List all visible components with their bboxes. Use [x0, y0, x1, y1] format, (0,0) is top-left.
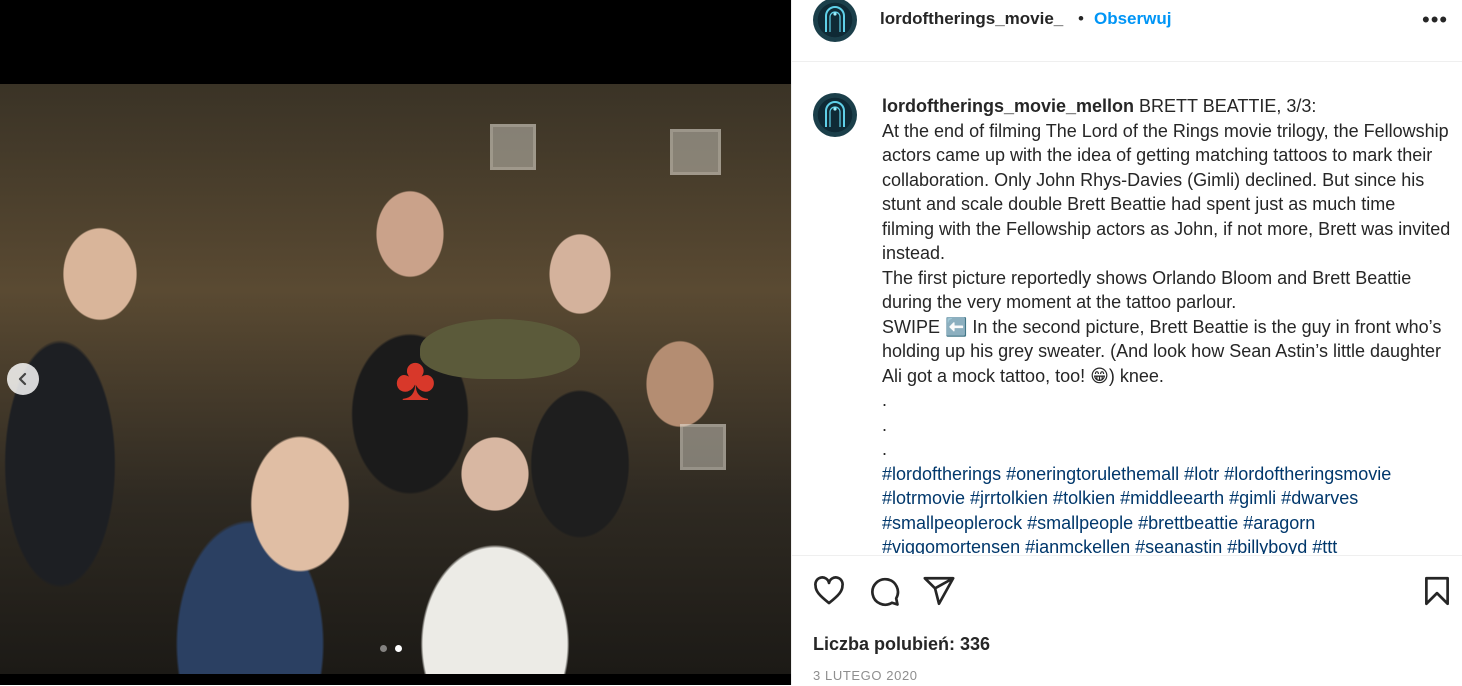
bookmark-icon — [1425, 576, 1449, 606]
caption-area[interactable]: lordoftherings_movie_mellon BRETT BEATTI… — [792, 62, 1462, 554]
carousel-prev-button[interactable] — [7, 363, 39, 395]
caption-hashtags[interactable]: #lordoftherings #oneringtorulethemall #l… — [882, 464, 1391, 555]
avatar[interactable] — [813, 93, 857, 137]
likes-count[interactable]: Liczba polubień: 336 — [813, 634, 990, 655]
follow-button[interactable]: Obserwuj — [1094, 9, 1171, 29]
account-username[interactable]: lordoftherings_movie_ — [880, 9, 1063, 29]
carousel-indicator — [380, 645, 402, 652]
action-bar: Liczba polubień: 336 3 LUTEGO 2020 — [792, 555, 1462, 686]
gate-logo-icon — [825, 6, 845, 32]
shirt-logo: ♣ — [395, 345, 436, 414]
post-header: lordoftherings_movie_ • Obserwuj ••• — [792, 0, 1462, 62]
wall-poster — [670, 129, 721, 175]
separator-bullet: • — [1078, 9, 1084, 28]
paper-plane-icon — [923, 576, 955, 606]
post-media: ♣ — [0, 0, 791, 685]
wall-poster — [490, 124, 536, 170]
avatar[interactable] — [813, 0, 857, 42]
wall-poster — [680, 424, 726, 470]
post-date[interactable]: 3 LUTEGO 2020 — [813, 668, 918, 683]
chevron-left-icon — [18, 372, 27, 386]
hat-shape — [420, 319, 580, 379]
caption-username[interactable]: lordoftherings_movie_mellon — [882, 96, 1134, 116]
heart-icon — [814, 576, 844, 605]
save-button[interactable] — [1420, 574, 1454, 613]
caption-text: BRETT BEATTIE, 3/3: At the end of filmin… — [882, 96, 1451, 459]
like-button[interactable] — [812, 574, 846, 613]
post-panel: lordoftherings_movie_ • Obserwuj ••• lor… — [791, 0, 1462, 685]
comment-icon — [871, 577, 900, 606]
gate-logo-icon — [825, 101, 845, 127]
carousel-dot-active — [395, 645, 402, 652]
share-button[interactable] — [922, 574, 956, 613]
more-options-icon[interactable]: ••• — [1422, 7, 1448, 33]
comment-button[interactable] — [867, 574, 901, 613]
post-caption: lordoftherings_movie_mellon BRETT BEATTI… — [882, 94, 1452, 554]
post-photo: ♣ — [0, 84, 791, 674]
carousel-dot — [380, 645, 387, 652]
